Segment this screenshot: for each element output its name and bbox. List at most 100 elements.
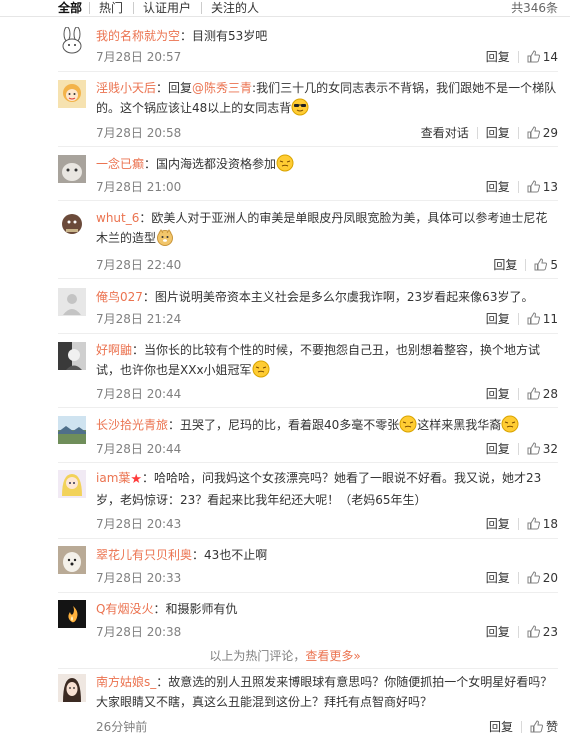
comment-username[interactable]: 好啊鼬 (96, 343, 132, 357)
reply-button[interactable]: 回复 (486, 125, 510, 141)
avatar[interactable] (58, 470, 86, 498)
comment-time: 7月28日 20:33 (96, 571, 182, 585)
like-count: 11 (542, 312, 558, 326)
reply-button[interactable]: 回复 (486, 570, 510, 586)
comment-username[interactable]: 俺鸟027 (96, 290, 143, 304)
like-button[interactable]: 28 (527, 386, 558, 402)
comment-username[interactable]: 长沙拾光青旅 (96, 418, 168, 432)
like-count: 23 (542, 625, 558, 639)
reply-button[interactable]: 回复 (486, 516, 510, 532)
tab-divider (89, 2, 90, 14)
comment-divider (58, 407, 558, 408)
comment-username[interactable]: Q有烟没火 (96, 602, 153, 616)
comment-time: 7月28日 20:57 (96, 50, 182, 64)
avatar[interactable] (58, 546, 86, 574)
like-count: 赞 (545, 720, 558, 734)
like-count: 18 (542, 517, 558, 531)
comment-username[interactable]: 我的名称就为空 (96, 29, 180, 43)
comment-meta: 7月28日 20:38 回复 23 (96, 624, 558, 640)
like-button[interactable]: 23 (527, 624, 558, 640)
like-button[interactable]: 赞 (530, 719, 558, 735)
hot-comments-note: 以上为热门评论，查看更多» (209, 649, 361, 663)
sneer-face-emoji-icon (501, 415, 519, 433)
mention-link[interactable]: @陈秀三青 (192, 81, 252, 95)
comment-meta: 7月28日 20:44 回复 32 (96, 441, 558, 457)
comment-divider (58, 200, 558, 201)
like-count: 5 (550, 258, 558, 272)
thumbs-up-icon (527, 126, 540, 139)
comment-time: 7月28日 20:38 (96, 625, 182, 639)
avatar[interactable] (58, 600, 86, 628)
comment-meta: 7月28日 20:58 查看对话 回复 29 (96, 125, 558, 141)
reply-button[interactable]: 回复 (486, 179, 510, 195)
like-button[interactable]: 32 (527, 441, 558, 457)
thumbs-up-icon (527, 625, 540, 638)
reply-button[interactable]: 回复 (486, 624, 510, 640)
like-button[interactable]: 18 (527, 516, 558, 532)
sneer-face-emoji-icon (276, 154, 294, 172)
comment-total-count: 共346条 (511, 1, 558, 15)
comment-text: 南方姑娘s_：故意选的别人丑照发来博眼球有意思吗？你随便抓拍一个女明星好看吗？大… (96, 675, 553, 709)
comment-text: 长沙拾光青旅：丑哭了，尼玛的比，看着跟40多毫不零张 这样来黑我华裔 (96, 415, 558, 435)
comment-divider (58, 71, 558, 72)
thumbs-up-icon (527, 180, 540, 193)
comment-meta: 7月28日 21:00 回复 13 (96, 179, 558, 195)
avatar[interactable] (58, 416, 86, 444)
comment-time: 7月28日 21:24 (96, 312, 182, 326)
comment-text: whut_6：欧美人对于亚洲人的审美是单眼皮丹凤眼宽脸为美，具体可以参考迪士尼花… (96, 211, 548, 246)
comment-divider (58, 462, 558, 463)
comment-time: 7月28日 20:43 (96, 517, 182, 531)
reply-button[interactable]: 回复 (493, 257, 517, 273)
like-button[interactable]: 29 (527, 125, 558, 141)
comment-username[interactable]: 翠花儿有只贝利奥 (96, 548, 192, 562)
comment-meta: 7月28日 20:44 回复 28 (96, 386, 558, 402)
reply-button[interactable]: 回复 (489, 719, 513, 735)
thumbs-up-icon (527, 312, 540, 325)
tab-following[interactable]: 关注的人 (211, 1, 259, 15)
avatar[interactable] (58, 27, 86, 55)
doge-emoji-icon (157, 229, 174, 246)
tab-divider (133, 2, 134, 14)
comment-divider (58, 278, 558, 279)
comment-time: 26分钟前 (96, 720, 148, 734)
thumbs-up-icon (527, 571, 540, 584)
avatar[interactable] (58, 155, 86, 183)
like-button[interactable]: 5 (534, 257, 558, 273)
comment-divider (58, 668, 558, 669)
tab-all[interactable]: 全部 (58, 1, 82, 15)
comment-username[interactable]: iam葉 (96, 471, 130, 485)
comment-divider (58, 592, 558, 593)
like-button[interactable]: 13 (527, 179, 558, 195)
reply-button[interactable]: 回复 (486, 386, 510, 402)
tab-hot[interactable]: 热门 (99, 1, 123, 15)
avatar[interactable] (58, 210, 86, 238)
comment-username[interactable]: 南方姑娘s_ (96, 675, 156, 689)
avatar[interactable] (58, 342, 86, 370)
comment-text: Q有烟没火：和摄影师有仇 (96, 602, 238, 616)
like-button[interactable]: 20 (527, 570, 558, 586)
tab-verified-users[interactable]: 认证用户 (143, 1, 191, 15)
avatar[interactable] (58, 80, 86, 108)
like-count: 14 (542, 50, 558, 64)
reply-button[interactable]: 回复 (486, 311, 510, 327)
comment-username[interactable]: 淫贱小天后 (96, 81, 156, 95)
comment-text: 一念已癫：国内海选都没资格参加 (96, 154, 558, 174)
comment-username[interactable]: 一念已癫 (96, 157, 144, 171)
sneer-face-emoji-icon (252, 360, 270, 378)
like-button[interactable]: 11 (527, 311, 558, 327)
view-more-link[interactable]: 查看更多» (305, 649, 360, 663)
avatar[interactable] (58, 674, 86, 702)
vip-star-icon: ★ (130, 472, 143, 487)
comment-username[interactable]: whut_6 (96, 211, 139, 225)
reply-button[interactable]: 回复 (486, 49, 510, 65)
thumbs-up-icon (527, 517, 540, 530)
comment-meta: 7月28日 20:43 回复 18 (96, 516, 558, 532)
reply-button[interactable]: 回复 (486, 441, 510, 457)
comment-meta: 26分钟前 回复 赞 (96, 719, 558, 735)
comment-text: 我的名称就为空：目测有53岁吧 (96, 29, 268, 43)
comment-text: 翠花儿有只贝利奥：43也不止啊 (96, 548, 268, 562)
like-button[interactable]: 14 (527, 49, 558, 65)
comment-time: 7月28日 20:58 (96, 126, 182, 140)
avatar[interactable] (58, 288, 86, 316)
view-conversation-button[interactable]: 查看对话 (421, 125, 469, 141)
